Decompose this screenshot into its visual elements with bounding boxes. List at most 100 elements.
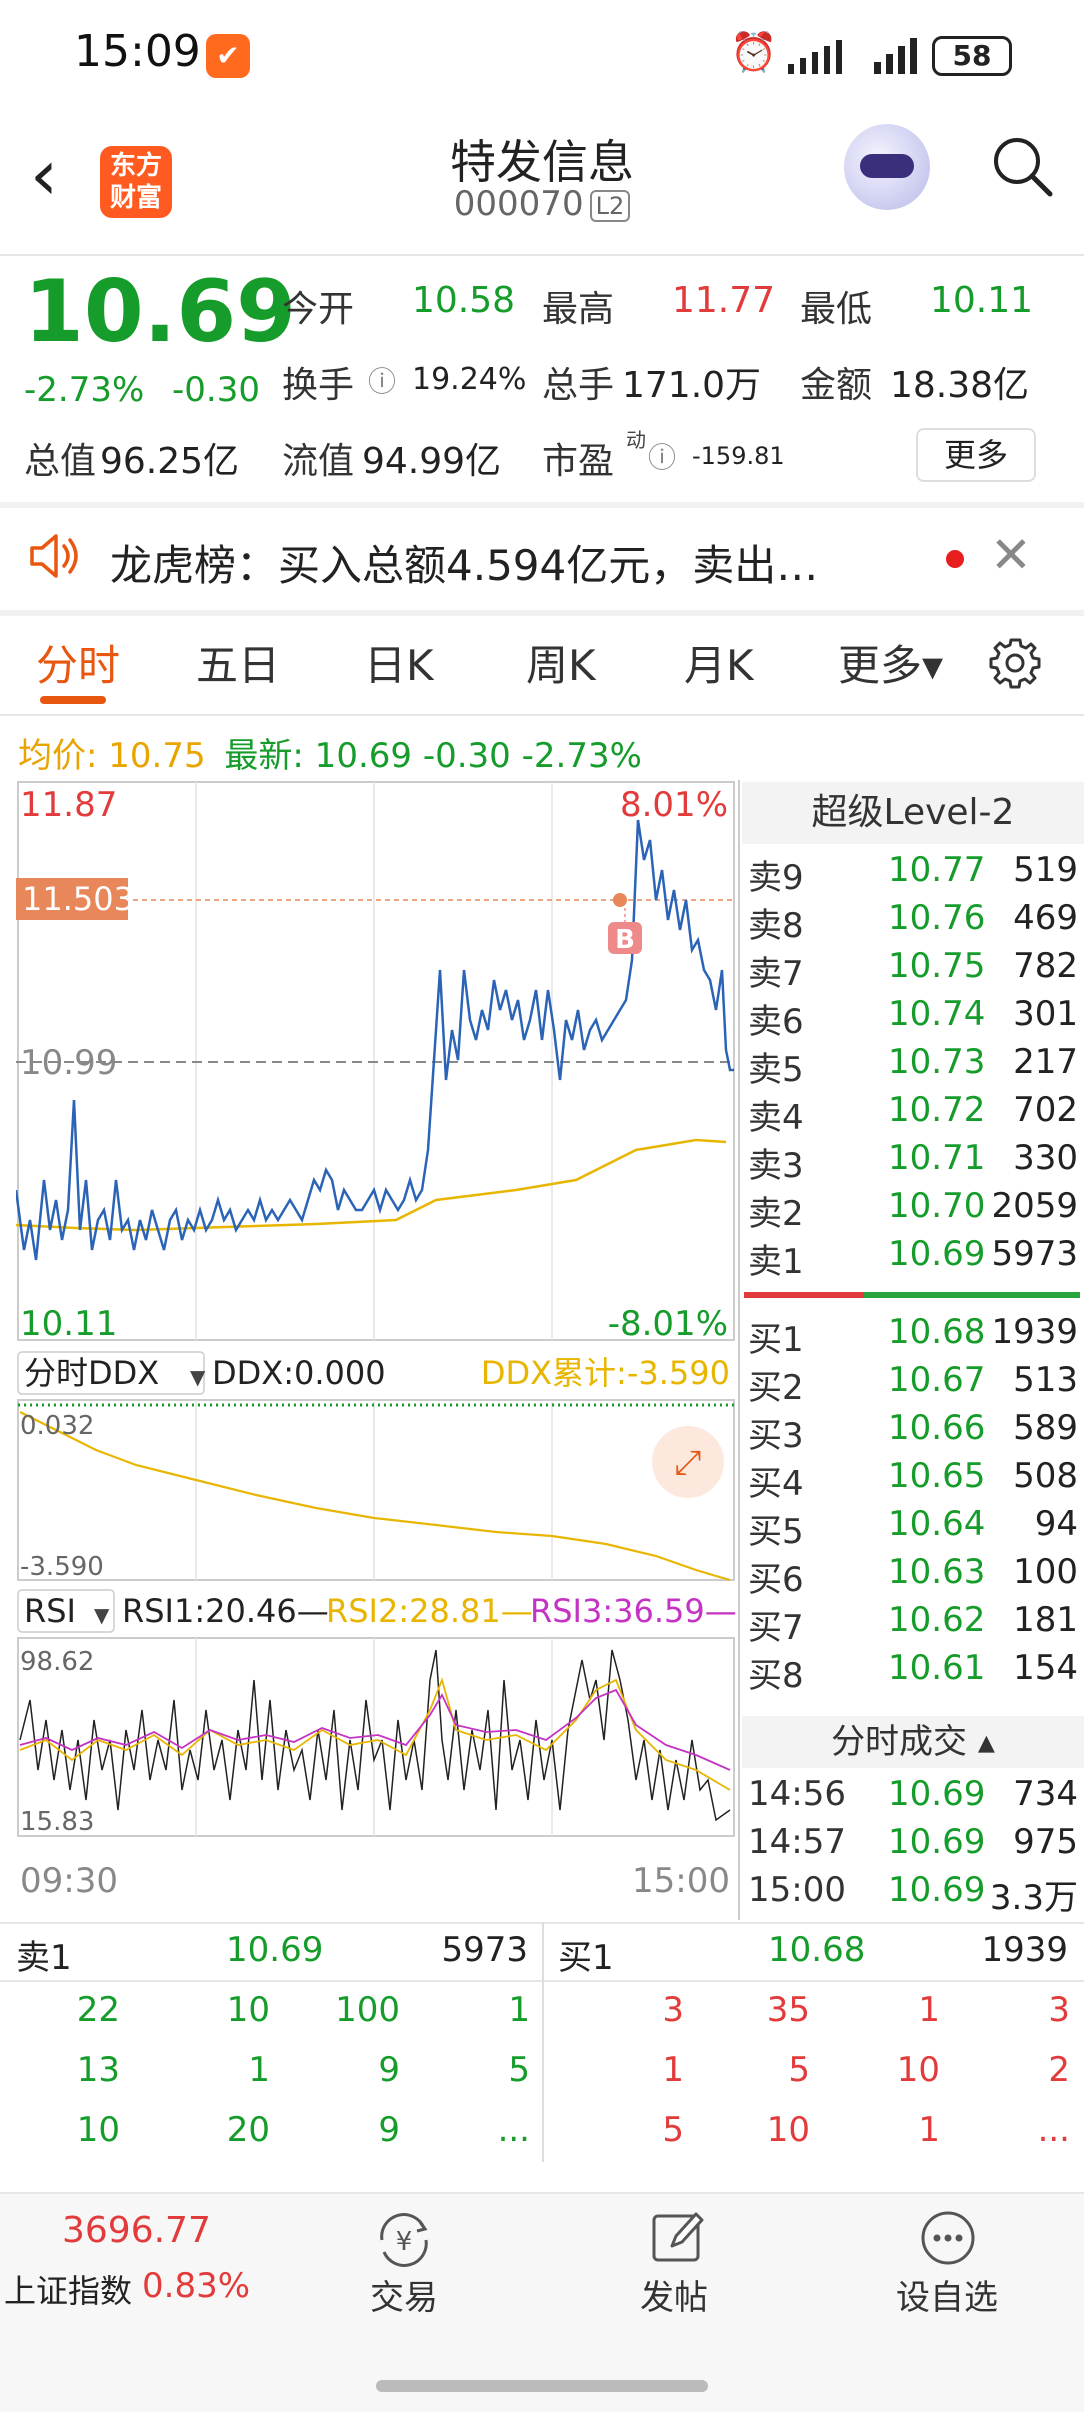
index-name[interactable]: 上证指数 [4, 2266, 132, 2312]
level2-row-label: 卖7 [748, 954, 804, 994]
index-value[interactable]: 3696.77 [62, 2210, 211, 2251]
level2-row[interactable]: 买6 10.63 100 [748, 1552, 1078, 1600]
trade-label[interactable]: 交易 [370, 2270, 438, 2319]
tab-more[interactable]: 更多▾ [838, 632, 943, 693]
buy-marker-text: B [615, 925, 635, 955]
tab-weekly-k[interactable]: 周K [526, 632, 596, 693]
depth-buy-price: 10.68 [768, 1930, 866, 1970]
level2-row[interactable]: 买3 10.66 589 [748, 1408, 1078, 1456]
open-label: 今开 [282, 289, 355, 330]
sell-queue-cell: 9 [378, 2050, 400, 2090]
sell-queue-cell: 5 [508, 2050, 530, 2090]
level2-row-volume: 2059 [991, 1186, 1078, 1226]
x-end-label: 15:00 [632, 1861, 730, 1901]
current-price: 10.69 [24, 262, 297, 362]
level2-row-price: 10.72 [888, 1090, 986, 1130]
mktcap-label: 总值 [24, 441, 97, 482]
level2-row[interactable]: 卖1 10.69 5973 [748, 1234, 1078, 1282]
level2-row-label: 买2 [748, 1368, 804, 1408]
ask-bid-bar-green [864, 1292, 1080, 1298]
gear-icon[interactable] [988, 636, 1042, 690]
level2-row[interactable]: 卖8 10.76 469 [748, 898, 1078, 946]
close-icon[interactable]: ✕ [990, 526, 1032, 584]
amount-label: 金额 [800, 365, 873, 406]
trade-price: 10.69 [888, 1822, 986, 1862]
level2-row[interactable]: 买2 10.67 513 [748, 1360, 1078, 1408]
index-change[interactable]: 0.83% [142, 2266, 250, 2306]
sell-queue-cell: 10 [76, 2110, 120, 2150]
ai-assistant-avatar[interactable] [844, 124, 930, 210]
info-icon-2[interactable]: ⓘ [648, 436, 676, 476]
level2-row[interactable]: 买7 10.62 181 [748, 1600, 1078, 1648]
more-options-icon[interactable] [918, 2208, 978, 2268]
level2-row[interactable]: 卖7 10.75 782 [748, 946, 1078, 994]
tab-intraday[interactable]: 分时 [36, 632, 120, 693]
level2-row-price: 10.64 [888, 1504, 986, 1544]
level2-row[interactable]: 买1 10.68 1939 [748, 1312, 1078, 1360]
tab-five-day[interactable]: 五日 [196, 632, 280, 693]
level2-row-label: 卖3 [748, 1146, 804, 1186]
level2-row-volume: 217 [1013, 1042, 1078, 1082]
sell-queue-cell: 9 [378, 2110, 400, 2150]
pe-value: -159.81 [692, 442, 785, 470]
ddx-bottom-label: -3.590 [20, 1552, 104, 1582]
depth-divider [542, 1922, 544, 2162]
info-icon[interactable]: ⓘ [368, 360, 396, 400]
buy-queue-cell: 3 [1048, 1990, 1070, 2030]
level2-row[interactable]: 买5 10.64 94 [748, 1504, 1078, 1552]
level2-row-volume: 702 [1013, 1090, 1078, 1130]
float-label: 流值 [282, 441, 355, 482]
change-amount: -0.30 [172, 370, 260, 410]
chevron-down-icon-2: ▼ [94, 1603, 110, 1627]
level2-row-volume: 469 [1013, 898, 1078, 938]
trade-icon[interactable]: ¥ [372, 2210, 436, 2270]
low-value: 10.11 [930, 280, 1034, 321]
volume-label: 总手 [542, 365, 615, 406]
rsi-top-label: 98.62 [20, 1647, 94, 1677]
turnover-value: 19.24% [412, 362, 527, 397]
intraday-chart[interactable]: B 11.87 8.01% 10.11 -8.01% 10.99 11.503 … [16, 780, 738, 1920]
level2-row-price: 10.66 [888, 1408, 986, 1448]
stock-code: 000070 [453, 184, 584, 224]
home-indicator[interactable] [376, 2380, 708, 2392]
search-icon[interactable] [990, 134, 1054, 198]
level2-row-volume: 589 [1013, 1408, 1078, 1448]
rsi-bottom-label: 15.83 [20, 1807, 94, 1837]
buy-queue-cell: 1 [918, 1990, 940, 2030]
level2-row-volume: 513 [1013, 1360, 1078, 1400]
tab-monthly-k[interactable]: 月K [684, 632, 754, 693]
level2-row-volume: 508 [1013, 1456, 1078, 1496]
depth-sell-volume: 5973 [441, 1930, 528, 1970]
level2-row-label: 卖4 [748, 1098, 804, 1138]
level2-row[interactable]: 卖2 10.70 2059 [748, 1186, 1078, 1234]
level2-row[interactable]: 卖3 10.71 330 [748, 1138, 1078, 1186]
level2-row[interactable]: 买4 10.65 508 [748, 1456, 1078, 1504]
expand-icon: ⤢ [674, 1443, 701, 1483]
amount-value: 18.38亿 [890, 365, 1030, 406]
post-label[interactable]: 发帖 [640, 2270, 708, 2319]
level2-row-volume: 301 [1013, 994, 1078, 1034]
trades-title[interactable]: 分时成交 ▴ [742, 1716, 1084, 1768]
news-ticker-text[interactable]: 龙虎榜：买入总额4.594亿元，卖出… [110, 532, 818, 593]
trade-row: 15:00 10.69 3.3万 [748, 1870, 1078, 1918]
y-min-pct-label: -8.01% [608, 1304, 728, 1344]
level2-title[interactable]: 超级Level-2 [742, 782, 1084, 844]
level2-row[interactable]: 卖6 10.74 301 [748, 994, 1078, 1042]
watchlist-label[interactable]: 设自选 [896, 2270, 998, 2319]
buy-queue-cell: 10 [896, 2050, 940, 2090]
level2-row[interactable]: 卖9 10.77 519 [748, 850, 1078, 898]
level2-row[interactable]: 买8 10.61 154 [748, 1648, 1078, 1696]
edit-post-icon[interactable] [648, 2208, 708, 2268]
level2-row-price: 10.77 [888, 850, 986, 890]
sell-queue-cell: 1 [508, 1990, 530, 2030]
level2-row[interactable]: 卖4 10.72 702 [748, 1090, 1078, 1138]
mktcap-value: 96.25亿 [100, 441, 240, 482]
status-time: 15:09 [74, 26, 201, 77]
divider [0, 714, 1084, 716]
signal-icon [788, 40, 842, 74]
more-button[interactable]: 更多 [916, 428, 1036, 482]
tab-daily-k[interactable]: 日K [364, 632, 434, 693]
level2-row[interactable]: 卖5 10.73 217 [748, 1042, 1078, 1090]
level2-row-label: 买4 [748, 1464, 804, 1504]
level2-row-volume: 94 [1034, 1504, 1078, 1544]
